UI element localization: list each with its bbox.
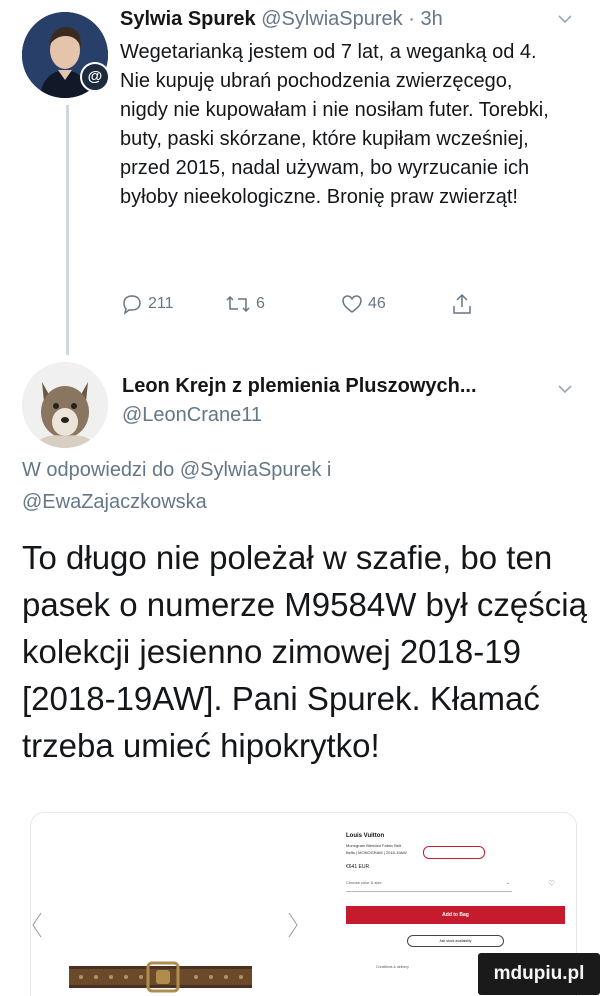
color-size-select[interactable]: Choose color & size ⌄: [346, 880, 512, 892]
retweet-icon: [226, 295, 250, 313]
retweet-action[interactable]: 6: [224, 292, 265, 316]
reply-count: 211: [148, 295, 174, 312]
reply-join: i: [326, 459, 332, 481]
tweet1-actions: 211 6 46: [120, 292, 540, 322]
tweet1-chevron-down-icon[interactable]: [556, 10, 574, 33]
like-count: 46: [368, 295, 386, 312]
add-to-bag-button[interactable]: Add to Bag: [346, 906, 565, 924]
tweet1-header: Sylwia Spurek @SylwiaSpurek · 3h: [120, 8, 443, 31]
tweet1-time[interactable]: 3h: [420, 8, 442, 30]
avatar-wolf-icon: [22, 362, 108, 448]
product-price: €641 EUR: [346, 864, 370, 870]
tweet1-author-name[interactable]: Sylwia Spurek: [120, 8, 256, 30]
retweet-count: 6: [256, 295, 265, 312]
reply-context: W odpowiedzi do @SylwiaSpurek i @EwaZaja…: [22, 454, 582, 518]
avatar-leon[interactable]: [22, 362, 108, 448]
reply-action[interactable]: 211: [120, 292, 174, 316]
tweet1-body: Wegetarianką jestem od 7 lat, a weganką …: [120, 41, 549, 208]
reply-to-link-2[interactable]: @EwaZajaczkowska: [22, 491, 207, 513]
ask-stock-button[interactable]: Ask stock availability: [407, 935, 504, 947]
reply-prefix: W odpowiedzi do: [22, 459, 175, 481]
at-badge-icon: @: [80, 62, 110, 92]
heart-icon: [342, 295, 362, 313]
delivery-text: Conditions & delivery: [376, 965, 409, 969]
tweet2-chevron-down-icon[interactable]: [556, 380, 574, 403]
highlight-circle: [423, 846, 485, 859]
thread-connector-line: [66, 105, 69, 355]
tweet2-handle[interactable]: @LeonCrane11: [122, 404, 262, 427]
like-action[interactable]: 46: [340, 292, 386, 316]
share-action[interactable]: [450, 292, 474, 316]
share-icon: [453, 293, 471, 314]
reply-icon: [123, 295, 141, 315]
watermark-logo: mdupiu.pl: [478, 953, 600, 995]
wishlist-heart-icon[interactable]: ♡: [548, 879, 555, 888]
select-chevron-icon: ⌄: [505, 880, 510, 886]
reply-to-link-1[interactable]: @SylwiaSpurek: [180, 459, 321, 481]
product-brand: Louis Vuitton: [346, 833, 385, 839]
tweet1-handle[interactable]: @SylwiaSpurek: [261, 8, 402, 30]
tweet1-separator: ·: [408, 8, 415, 30]
select-label: Choose color & size: [346, 880, 382, 885]
tweet2-author-name[interactable]: Leon Krejn z plemienia Pluszowych...: [122, 375, 477, 398]
tweet2-body: To długo nie poleżał w szafie, bo ten pa…: [22, 539, 587, 764]
